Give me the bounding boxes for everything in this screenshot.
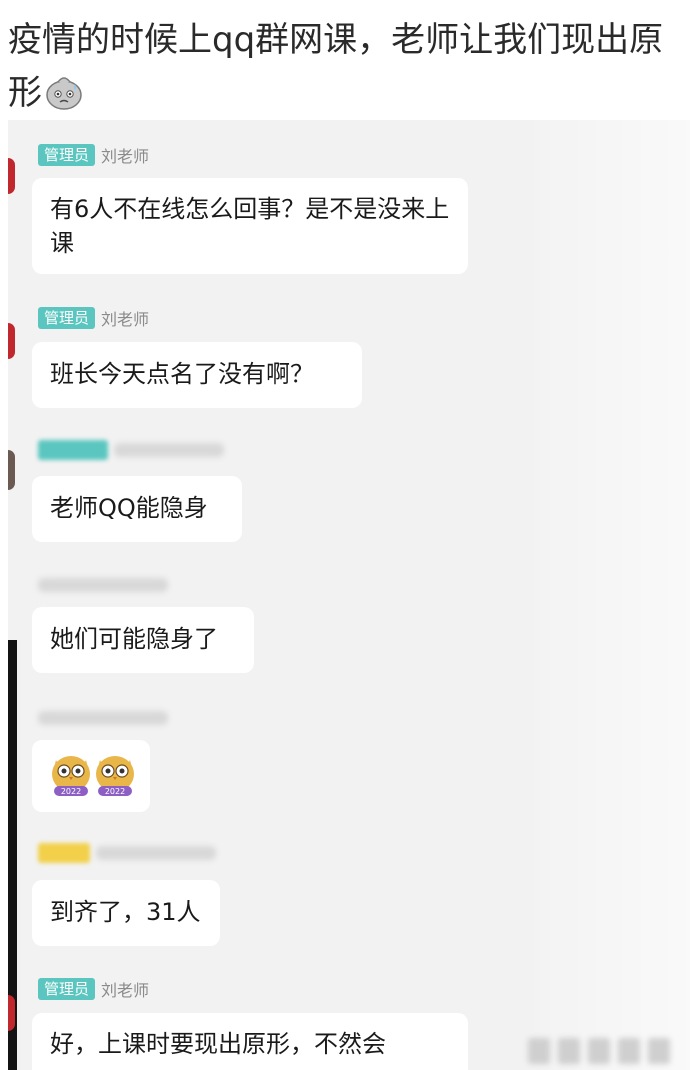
owl-sticker-icon: 2022	[52, 756, 90, 796]
sender-name-blurred	[114, 443, 224, 457]
chat-screenshot: 管理员 刘老师 有6人不在线怎么回事？是不是没来上课 管理员 刘老师 班长今天点…	[8, 120, 690, 1070]
sender-name-blurred	[38, 578, 168, 592]
right-fade-overlay	[520, 120, 690, 1070]
message-bubble[interactable]: 老师QQ能隐身	[32, 476, 242, 542]
member-badge-blurred	[38, 843, 90, 863]
sender-name-blurred	[38, 711, 168, 725]
message-header	[38, 705, 168, 731]
message-bubble[interactable]: 班长今天点名了没有啊？	[32, 342, 362, 408]
message-text: 有6人不在线怎么回事？是不是没来上课	[50, 195, 450, 257]
post-title-text: 疫情的时候上qq群网课，老师让我们现出原形	[8, 20, 664, 113]
sticker-bubble[interactable]: 2022 2022	[32, 740, 150, 812]
message-bubble[interactable]: 到齐了，31人	[32, 880, 220, 946]
sticker-year-label: 2022	[61, 787, 81, 796]
post-title: 疫情的时候上qq群网课，老师让我们现出原形	[8, 14, 680, 120]
message-bubble[interactable]: 有6人不在线怎么回事？是不是没来上课	[32, 178, 468, 274]
message-text: 到齐了，31人	[50, 898, 201, 926]
sender-name: 刘老师	[101, 310, 150, 329]
message-header	[38, 437, 224, 463]
avatar	[8, 450, 15, 490]
message-header	[38, 840, 216, 866]
sender-name: 刘老师	[101, 981, 150, 1000]
message-bubble[interactable]: 好，上课时要现出原形，不然会	[32, 1013, 468, 1070]
sender-name: 刘老师	[101, 147, 150, 166]
message-header: 管理员 刘老师	[38, 142, 149, 168]
member-badge-blurred	[38, 440, 108, 460]
avatar	[8, 158, 15, 194]
message-text: 好，上课时要现出原形，不然会	[50, 1030, 386, 1058]
avatar	[8, 323, 15, 359]
message-bubble[interactable]: 她们可能隐身了	[32, 607, 254, 673]
sticker-year-label: 2022	[105, 787, 125, 796]
sender-name-blurred	[96, 846, 216, 860]
sweat-blob-emoji-icon	[46, 77, 82, 110]
admin-badge: 管理员	[38, 307, 96, 329]
message-header: 管理员 刘老师	[38, 305, 149, 331]
message-text: 老师QQ能隐身	[50, 494, 208, 522]
avatar	[8, 995, 15, 1031]
admin-badge: 管理员	[38, 978, 96, 1000]
message-text: 班长今天点名了没有啊？	[50, 360, 314, 388]
message-header	[38, 572, 168, 598]
admin-badge: 管理员	[38, 144, 96, 166]
owl-sticker-icon: 2022	[96, 756, 134, 796]
message-header: 管理员 刘老师	[38, 976, 149, 1002]
watermark-blurred	[528, 1038, 670, 1064]
message-text: 她们可能隐身了	[50, 625, 218, 653]
